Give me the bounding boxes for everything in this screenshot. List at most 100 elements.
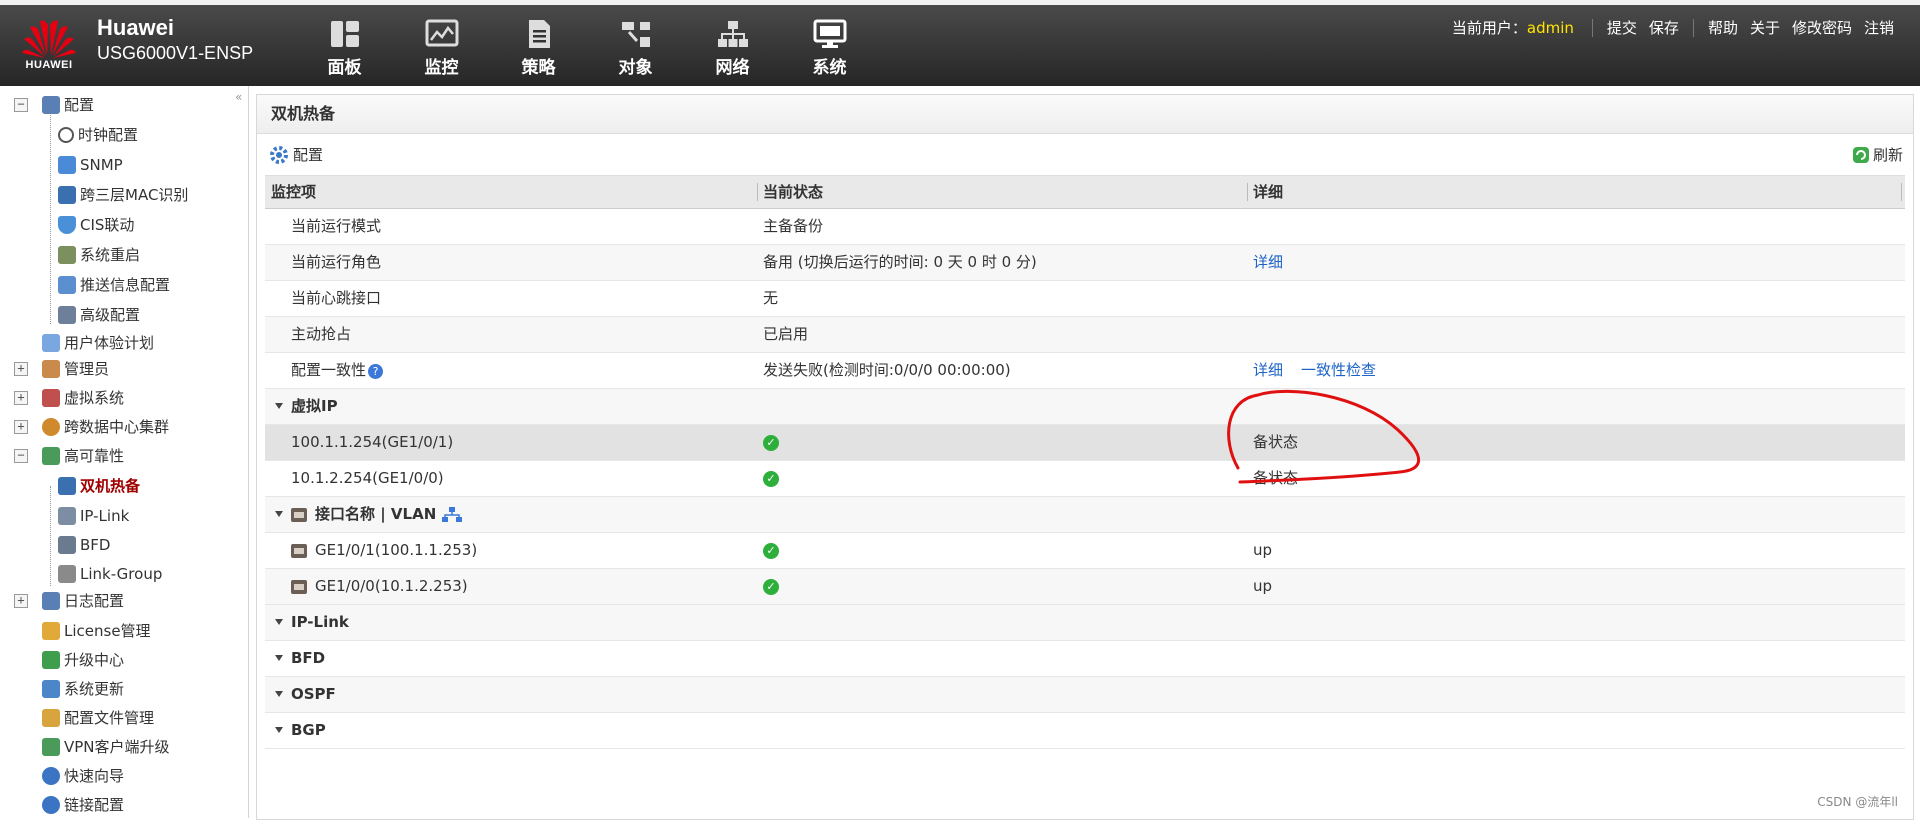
sidebar-item-vsys[interactable]: + 虚拟系统 [0, 385, 248, 411]
sidebar-item-bfd[interactable]: BFD [58, 532, 110, 558]
nav-label: 监控 [424, 58, 459, 78]
check-ok-icon: ✓ [763, 578, 779, 595]
message-icon [58, 276, 76, 294]
user-bar: 当前用户： admin 提交 保存 帮助 关于 修改密码 注销 [1452, 17, 1900, 38]
table-row[interactable]: 100.1.1.254(GE1/0/1) ✓ 备状态 [265, 425, 1905, 461]
logout-link[interactable]: 注销 [1864, 17, 1894, 38]
help-link[interactable]: 帮助 [1708, 17, 1738, 38]
nav-monitor[interactable]: 监控 [393, 19, 490, 78]
group-row-ospf[interactable]: OSPF [265, 677, 1905, 713]
help-icon[interactable]: ? [368, 364, 384, 379]
expand-icon[interactable]: + [14, 391, 28, 405]
table-row: 配置一致性? 发送失败(检测时间:0/0/0 00:00:00) 详细 一致性检… [265, 353, 1905, 389]
collapse-triangle-icon[interactable] [275, 655, 283, 661]
collapse-icon[interactable]: − [14, 449, 28, 463]
reboot-icon [58, 246, 76, 264]
sidebar-item-system-update[interactable]: 系统更新 [42, 676, 124, 702]
log-icon [42, 592, 60, 610]
monitor-chart-icon [425, 19, 458, 47]
sidebar-item-vpn-client[interactable]: VPN客户端升级 [42, 734, 170, 760]
expand-icon[interactable]: + [14, 594, 28, 608]
tree-line [50, 112, 52, 324]
collapse-triangle-icon[interactable] [275, 511, 283, 517]
sidebar-item-log[interactable]: + 日志配置 [0, 588, 248, 614]
sidebar-item-config-file[interactable]: 配置文件管理 [42, 705, 154, 731]
main-nav: 面板 监控 策略 对象 网络 系统 [296, 19, 878, 78]
group-row-virtual-ip[interactable]: 虚拟IP [265, 389, 1905, 425]
nav-label: 面板 [327, 58, 362, 78]
detail-link[interactable]: 详细 [1253, 245, 1283, 280]
group-row-bgp[interactable]: BGP [265, 713, 1905, 749]
nav-system[interactable]: 系统 [781, 19, 878, 78]
submit-link[interactable]: 提交 [1607, 17, 1637, 38]
refresh-button[interactable]: 刷新 [1852, 144, 1903, 165]
sidebar-item-license[interactable]: License管理 [42, 618, 151, 644]
high-availability-icon [42, 447, 60, 465]
sidebar-item-snmp[interactable]: SNMP [58, 152, 123, 178]
sidebar-item-ux[interactable]: 用户体验计划 [42, 330, 154, 356]
divider [1591, 18, 1593, 37]
column-header-status: 当前状态 [763, 183, 824, 201]
refresh-icon [1852, 146, 1869, 163]
interface-icon [291, 543, 307, 558]
config-label: 配置 [293, 146, 324, 164]
nav-policy[interactable]: 策略 [490, 19, 587, 78]
nav-objects[interactable]: 对象 [587, 19, 684, 78]
sidebar-item-clock[interactable]: 时钟配置 [58, 122, 138, 148]
about-link[interactable]: 关于 [1750, 17, 1780, 38]
table-row: GE1/0/1(100.1.1.253) ✓ up [265, 533, 1905, 569]
collapse-triangle-icon[interactable] [275, 691, 283, 697]
sidebar-item-dc-cluster[interactable]: + 跨数据中心集群 [0, 414, 248, 440]
sidebar-item-ip-link[interactable]: IP-Link [58, 503, 129, 529]
table-row: 当前运行角色 备用 (切换后运行的时间: 0 天 0 时 0 分) 详细 [265, 245, 1905, 281]
sidebar-item-link-config[interactable]: 链接配置 [42, 792, 124, 818]
nav-dashboard[interactable]: 面板 [296, 19, 393, 78]
column-separator [757, 183, 758, 201]
divider [1692, 18, 1694, 37]
sidebar-item-quick-wizard[interactable]: 快速向导 [42, 763, 124, 789]
expand-icon[interactable]: + [14, 420, 28, 434]
license-icon [42, 622, 60, 640]
sidebar-item-reboot[interactable]: 系统重启 [58, 242, 140, 268]
network-topology-icon [717, 21, 748, 47]
collapse-triangle-icon[interactable] [275, 619, 283, 625]
group-row-interface[interactable]: 接口名称 | VLAN [265, 497, 1905, 533]
detail-link[interactable]: 详细 [1253, 353, 1283, 388]
sidebar-item-push[interactable]: 推送信息配置 [58, 272, 170, 298]
snmp-icon [58, 156, 76, 174]
sidebar-item-ha[interactable]: − 高可靠性 [0, 443, 248, 469]
nav-label: 系统 [812, 58, 847, 78]
change-password-link[interactable]: 修改密码 [1792, 17, 1852, 38]
panel-toolbar: 配置 刷新 [257, 134, 1913, 174]
sidebar-item-cis[interactable]: CIS联动 [58, 212, 134, 238]
consistency-check-link[interactable]: 一致性检查 [1301, 353, 1376, 388]
expand-icon[interactable]: + [14, 362, 28, 376]
upgrade-icon [42, 651, 60, 669]
collapse-triangle-icon[interactable] [275, 403, 283, 409]
check-ok-icon: ✓ [763, 434, 779, 451]
collapse-icon[interactable]: − [14, 98, 28, 112]
save-link[interactable]: 保存 [1649, 17, 1679, 38]
status-grid: 监控项 当前状态 详细 当前运行模式 主备备份 当前运行角色 备用 (切换后运行… [265, 175, 1905, 749]
sidebar-item-hot-standby[interactable]: 双机热备 [58, 473, 140, 499]
sidebar-item-link-group[interactable]: Link-Group [58, 561, 162, 587]
collapse-triangle-icon[interactable] [275, 727, 283, 733]
nav-network[interactable]: 网络 [684, 19, 781, 78]
nav-label: 对象 [618, 58, 653, 78]
refresh-label: 刷新 [1872, 146, 1903, 164]
logo-text: HUAWEI [25, 59, 73, 71]
group-row-ip-link[interactable]: IP-Link [265, 605, 1905, 641]
column-header-detail: 详细 [1253, 183, 1284, 201]
system-monitor-icon [813, 19, 846, 48]
table-row: 主动抢占 已启用 [265, 317, 1905, 353]
group-row-bfd[interactable]: BFD [265, 641, 1905, 677]
sidebar-item-upgrade[interactable]: 升级中心 [42, 647, 124, 673]
sidebar-item-admin[interactable]: + 管理员 [0, 356, 248, 382]
sidebar-item-mac[interactable]: 跨三层MAC识别 [58, 182, 188, 208]
nav-label: 策略 [521, 58, 556, 78]
sidebar-item-advanced[interactable]: 高级配置 [58, 302, 140, 328]
watermark: CSDN @流年ll [1817, 795, 1898, 809]
sidebar-item-config[interactable]: − 配置 [0, 92, 248, 118]
config-button[interactable]: 配置 [269, 144, 323, 165]
link-config-icon [42, 796, 60, 814]
